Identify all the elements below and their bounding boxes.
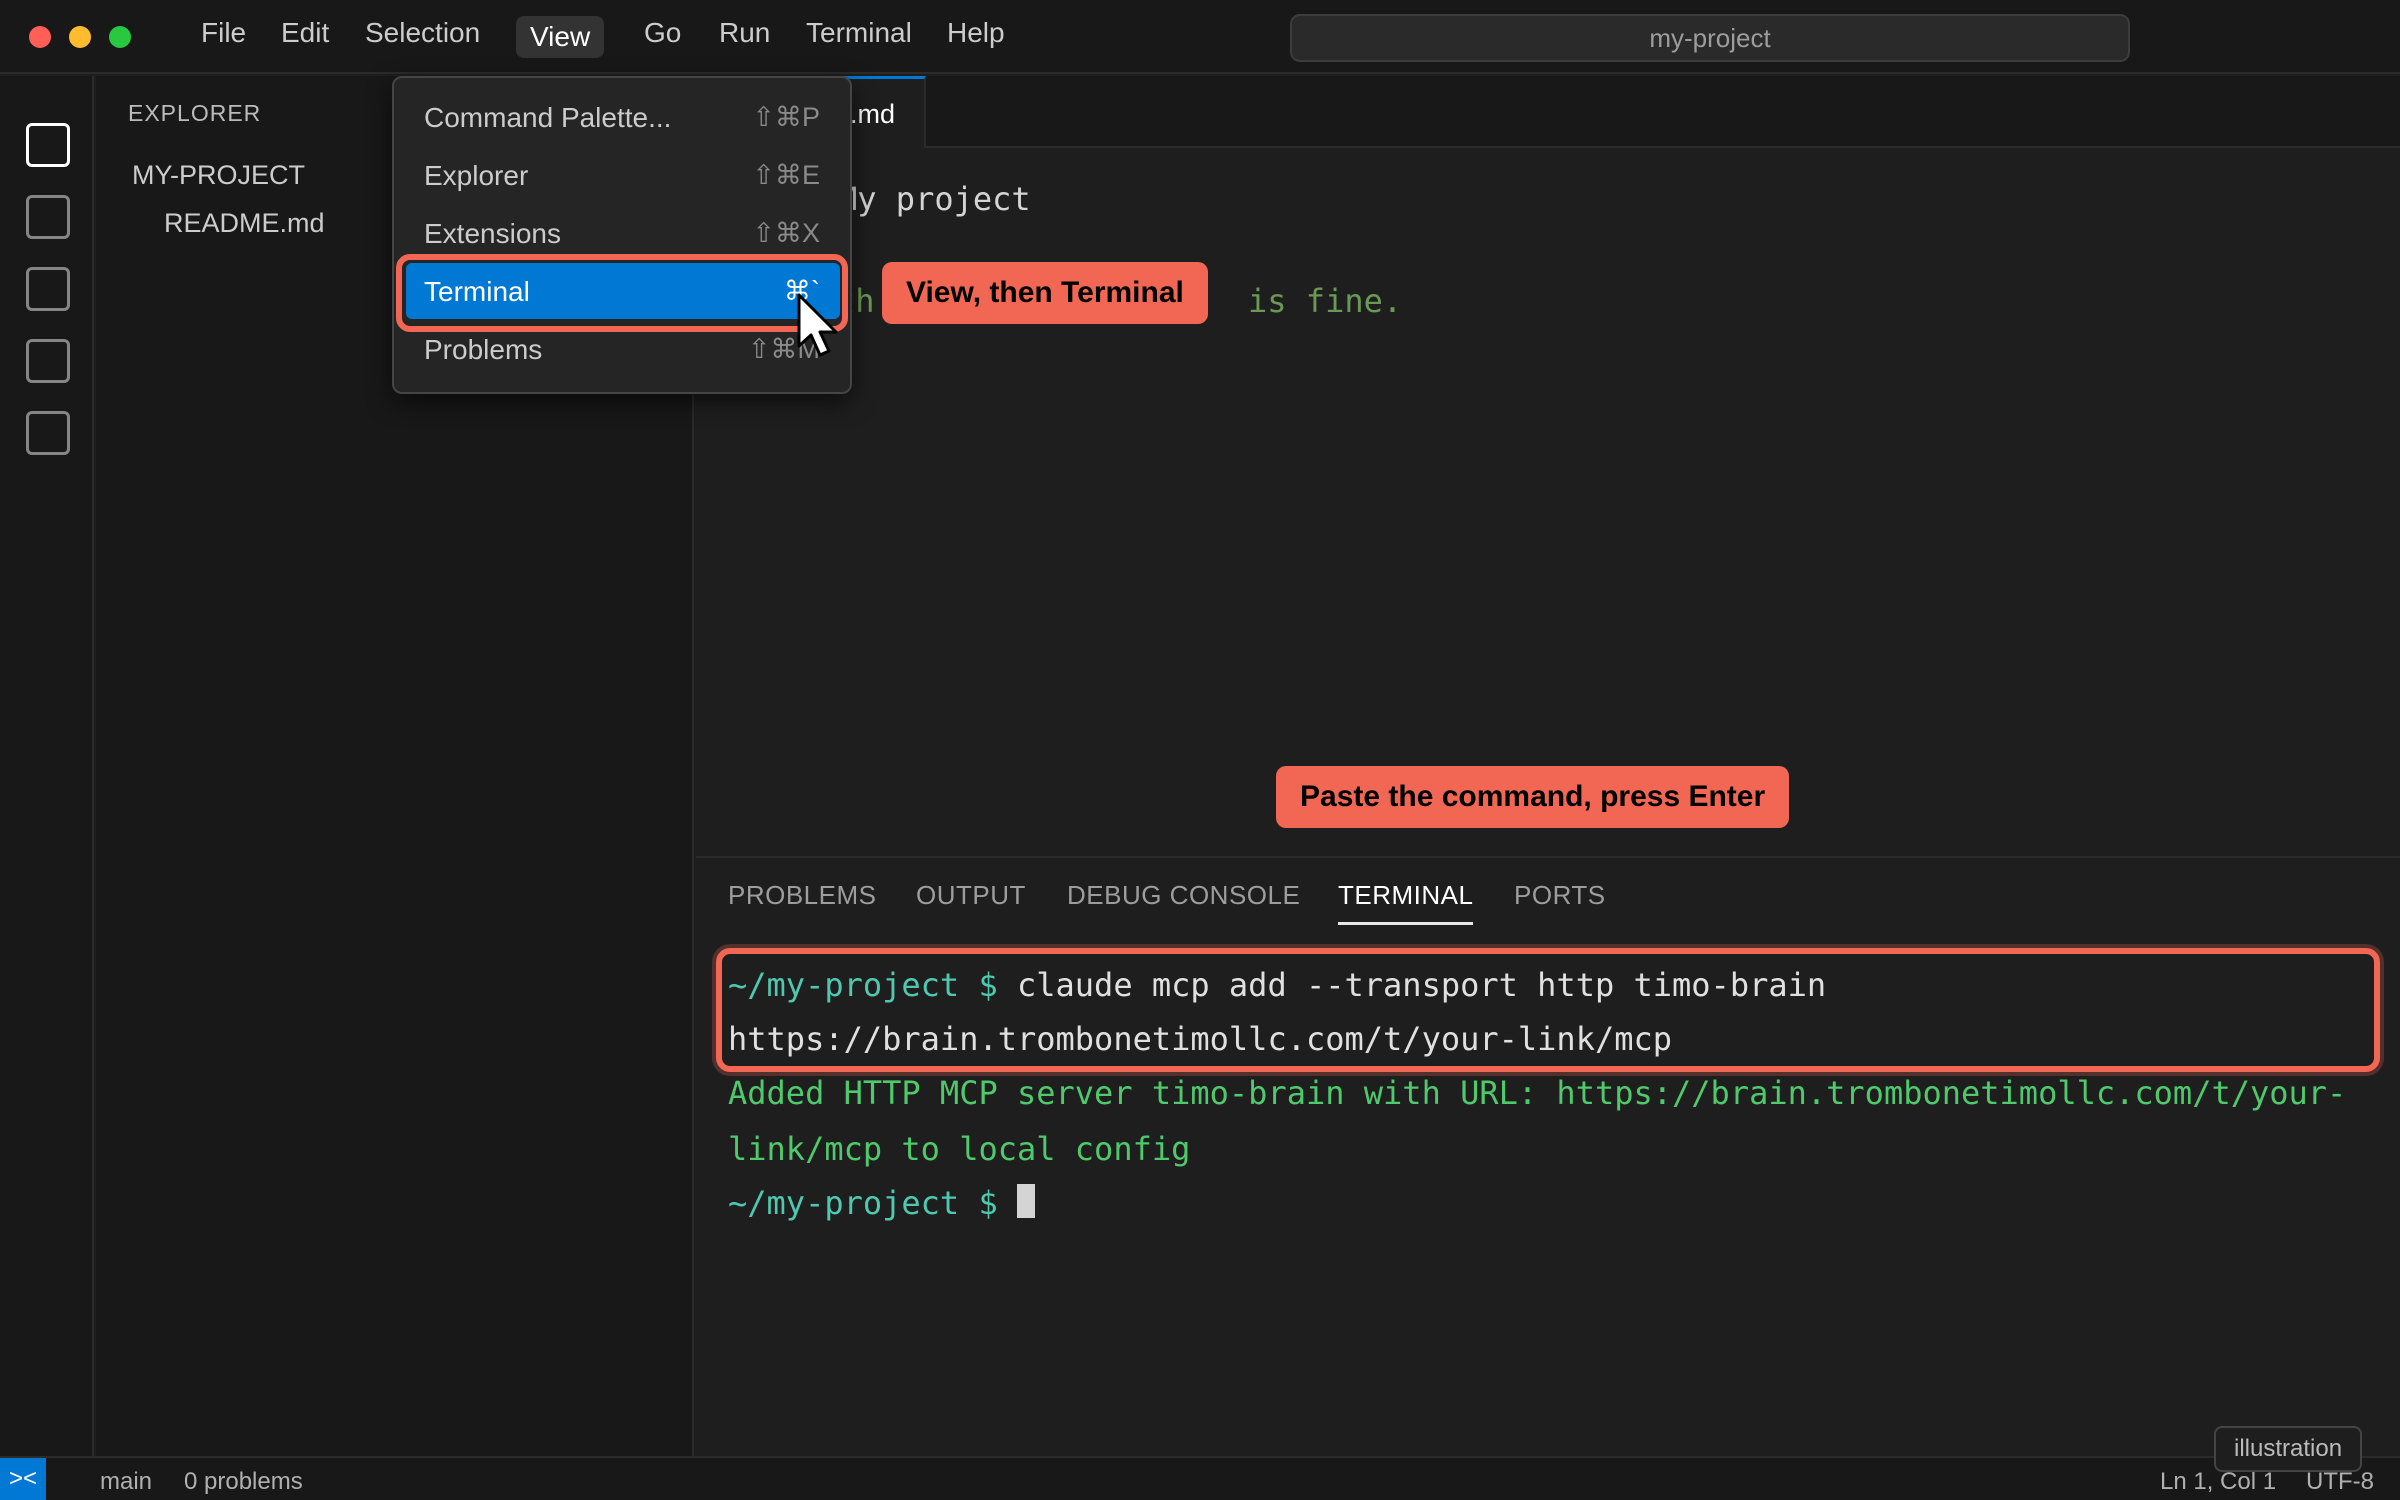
menu-item-shortcut: ⇧⌘P — [752, 102, 820, 132]
explorer-heading: EXPLORER — [128, 100, 262, 126]
status-bar: >< main 0 problems Ln 1, Col 1 UTF-8 — [0, 1456, 2400, 1500]
editor-line-2[interactable]: is fine. — [1248, 282, 1402, 320]
menu-item-shortcut: ⇧⌘X — [752, 218, 820, 248]
terminal-prompt-2: ~/my-project $ — [728, 1184, 998, 1222]
menu-help[interactable]: Help — [933, 15, 1019, 57]
callout-paste-command: Paste the command, press Enter — [1276, 766, 1790, 828]
mouse-pointer-icon — [797, 293, 838, 357]
title-bar: File Edit Selection View Go Run Terminal… — [0, 0, 2400, 74]
search-icon[interactable] — [26, 195, 70, 239]
problems-count[interactable]: 0 problems — [184, 1468, 303, 1496]
extensions-icon[interactable] — [26, 411, 70, 455]
view-menu-extensions[interactable]: Extensions ⇧⌘X — [406, 205, 840, 261]
editor-area: .md My project th is fine. — [696, 76, 2400, 856]
bottom-panel: PROBLEMS OUTPUT DEBUG CONSOLE TERMINAL P… — [696, 856, 2400, 1456]
illustration-badge: illustration — [2214, 1426, 2363, 1472]
menu-run[interactable]: Run — [705, 15, 784, 57]
maximize-window-button[interactable] — [109, 26, 131, 48]
terminal-output-line-1: Added HTTP MCP server timo-brain with UR… — [728, 1074, 2347, 1112]
command-highlight-box — [716, 948, 2380, 1072]
run-debug-icon[interactable] — [26, 339, 70, 383]
editor-tab-bar: .md — [696, 76, 2400, 148]
tab-debug-console[interactable]: DEBUG CONSOLE — [1067, 880, 1300, 911]
tab-problems[interactable]: PROBLEMS — [728, 880, 877, 911]
close-window-button[interactable] — [29, 26, 51, 48]
tab-terminal[interactable]: TERMINAL — [1338, 880, 1474, 925]
remote-indicator-button[interactable]: >< — [0, 1458, 46, 1500]
menu-item-label: Extensions — [424, 218, 561, 249]
cursor-position[interactable]: Ln 1, Col 1 — [2160, 1468, 2276, 1496]
view-menu-dropdown: Command Palette... ⇧⌘P Explorer ⇧⌘E Exte… — [392, 76, 852, 394]
menu-item-label: Command Palette... — [424, 102, 672, 133]
file-encoding[interactable]: UTF-8 — [2306, 1468, 2374, 1496]
terminal-menu-highlight-ring — [396, 254, 848, 332]
terminal-input-line[interactable]: ~/my-project $ — [728, 1184, 1035, 1222]
menu-view[interactable]: View — [516, 16, 605, 58]
menu-item-label: Problems — [424, 334, 543, 365]
view-menu-command-palette[interactable]: Command Palette... ⇧⌘P — [406, 89, 840, 145]
terminal-output-line-2: link/mcp to local config — [728, 1130, 1191, 1168]
activity-bar — [0, 76, 94, 1456]
command-center-search[interactable]: my-project — [1290, 14, 2130, 62]
tab-ports[interactable]: PORTS — [1514, 880, 1606, 911]
project-folder[interactable]: MY-PROJECT — [132, 160, 305, 191]
menu-terminal[interactable]: Terminal — [792, 15, 926, 57]
callout-view-terminal: View, then Terminal — [882, 262, 1208, 324]
menu-item-label: Explorer — [424, 160, 529, 191]
menu-selection[interactable]: Selection — [351, 15, 494, 57]
minimize-window-button[interactable] — [69, 26, 91, 48]
menu-go[interactable]: Go — [630, 15, 695, 57]
tab-output[interactable]: OUTPUT — [916, 880, 1026, 911]
menu-edit[interactable]: Edit — [267, 15, 343, 57]
menu-item-shortcut: ⇧⌘E — [752, 160, 820, 190]
source-control-icon[interactable] — [26, 267, 70, 311]
tab-readme-label: .md — [850, 99, 896, 129]
menu-file[interactable]: File — [187, 15, 260, 57]
terminal-cursor — [1016, 1184, 1035, 1218]
file-readme[interactable]: README.md — [164, 208, 325, 239]
editor-line-1[interactable]: My project — [838, 180, 1031, 218]
view-menu-explorer[interactable]: Explorer ⇧⌘E — [406, 147, 840, 203]
git-branch[interactable]: main — [100, 1468, 152, 1496]
explorer-icon[interactable] — [26, 123, 70, 167]
